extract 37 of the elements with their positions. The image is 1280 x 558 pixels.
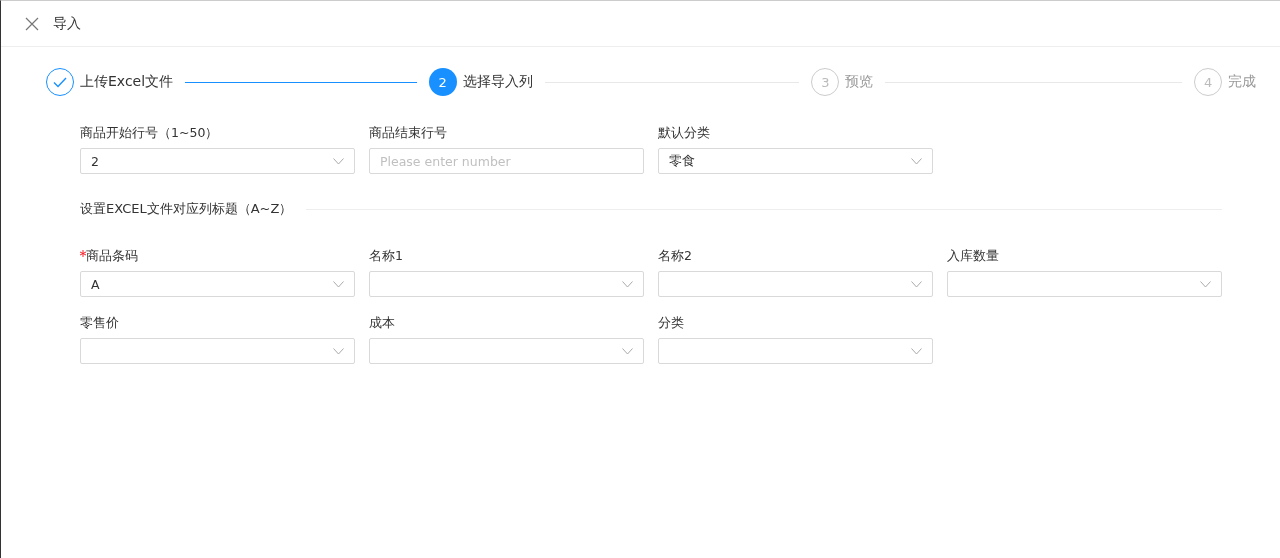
- step-title: 上传Excel文件: [80, 73, 174, 91]
- number-input-field[interactable]: Please enter number: [369, 148, 644, 174]
- field-label: 商品开始行号（1~50）: [80, 125, 219, 142]
- section-title: 设置EXCEL文件对应列标题（A~Z）: [80, 200, 293, 218]
- select-field[interactable]: [80, 338, 355, 364]
- select-field[interactable]: 零食: [658, 148, 933, 174]
- dialog-title: 导入: [53, 14, 81, 33]
- step-title: 选择导入列: [462, 73, 533, 91]
- field-label: 零售价: [80, 315, 119, 332]
- field-label: 分类: [658, 315, 684, 332]
- field-label: 入库数量: [947, 248, 999, 265]
- select-field[interactable]: 2: [80, 148, 355, 174]
- select-field[interactable]: [658, 271, 933, 297]
- step-number: 2: [428, 68, 457, 96]
- caret-icon: [622, 280, 633, 288]
- caret-icon: [333, 347, 344, 355]
- field-label: 商品条码: [86, 248, 138, 265]
- field-label: 商品结束行号: [369, 125, 447, 142]
- close-icon[interactable]: [25, 16, 39, 31]
- step-title: 完成: [1228, 73, 1256, 91]
- caret-icon: [911, 157, 922, 165]
- caret-icon: [333, 280, 344, 288]
- field-label: 名称1: [369, 248, 403, 265]
- step-title: 预览: [845, 73, 874, 91]
- select-field[interactable]: [369, 271, 644, 297]
- field-label: 成本: [369, 315, 395, 332]
- field-label: 默认分类: [658, 125, 710, 142]
- field-label: 名称2: [658, 248, 692, 265]
- select-field[interactable]: [658, 338, 933, 364]
- select-field[interactable]: A: [80, 271, 355, 297]
- caret-icon: [333, 157, 344, 165]
- caret-icon: [911, 347, 922, 355]
- caret-icon: [622, 347, 633, 355]
- caret-icon: [911, 280, 922, 288]
- select-field[interactable]: [369, 338, 644, 364]
- caret-icon: [1200, 280, 1211, 288]
- select-field[interactable]: [947, 271, 1222, 297]
